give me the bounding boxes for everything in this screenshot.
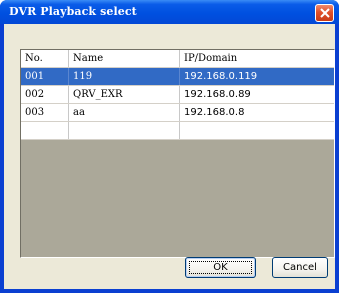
cell-no: 002 bbox=[21, 86, 69, 103]
cell-name: 119 bbox=[69, 68, 180, 85]
dvr-list-table[interactable]: No. Name IP/Domain 001 119 192.168.0.119… bbox=[20, 49, 335, 258]
cell-no: 003 bbox=[21, 104, 69, 121]
cell-no: 001 bbox=[21, 68, 69, 85]
dialog-window: DVR Playback select No. Name IP/Domain 0… bbox=[0, 0, 339, 293]
cell-name: QRV_EXR bbox=[69, 86, 180, 103]
table-row-empty[interactable] bbox=[21, 122, 334, 140]
cell-ip-domain: 192.168.0.89 bbox=[184, 89, 251, 100]
close-button[interactable] bbox=[315, 4, 334, 22]
column-header-name[interactable]: Name bbox=[69, 50, 180, 67]
cell-ip-domain: 192.168.0.119 bbox=[184, 71, 258, 82]
cell-name: aa bbox=[69, 104, 180, 121]
table-row[interactable]: 002 QRV_EXR 192.168.0.89 bbox=[21, 86, 334, 104]
cell-ip-domain: 192.168.0.8 bbox=[184, 107, 245, 118]
cell-ip-domain bbox=[180, 122, 334, 139]
table-row[interactable]: 003 aa 192.168.0.8 bbox=[21, 104, 334, 122]
cell-name bbox=[69, 122, 180, 139]
cancel-button[interactable]: Cancel bbox=[272, 257, 328, 278]
table-row[interactable]: 001 119 192.168.0.119 bbox=[21, 68, 334, 86]
close-icon bbox=[320, 8, 330, 18]
cell-no bbox=[21, 122, 69, 139]
column-header-ip-domain[interactable]: IP/Domain bbox=[180, 50, 334, 67]
table-header: No. Name IP/Domain bbox=[21, 50, 334, 68]
window-title: DVR Playback select bbox=[9, 5, 137, 18]
dialog-body: No. Name IP/Domain 001 119 192.168.0.119… bbox=[4, 24, 335, 289]
column-header-no[interactable]: No. bbox=[21, 50, 69, 67]
ok-button[interactable]: OK bbox=[185, 257, 256, 278]
ok-button-label: OK bbox=[213, 262, 228, 273]
title-bar[interactable]: DVR Playback select bbox=[0, 0, 339, 24]
cancel-button-label: Cancel bbox=[283, 262, 317, 273]
